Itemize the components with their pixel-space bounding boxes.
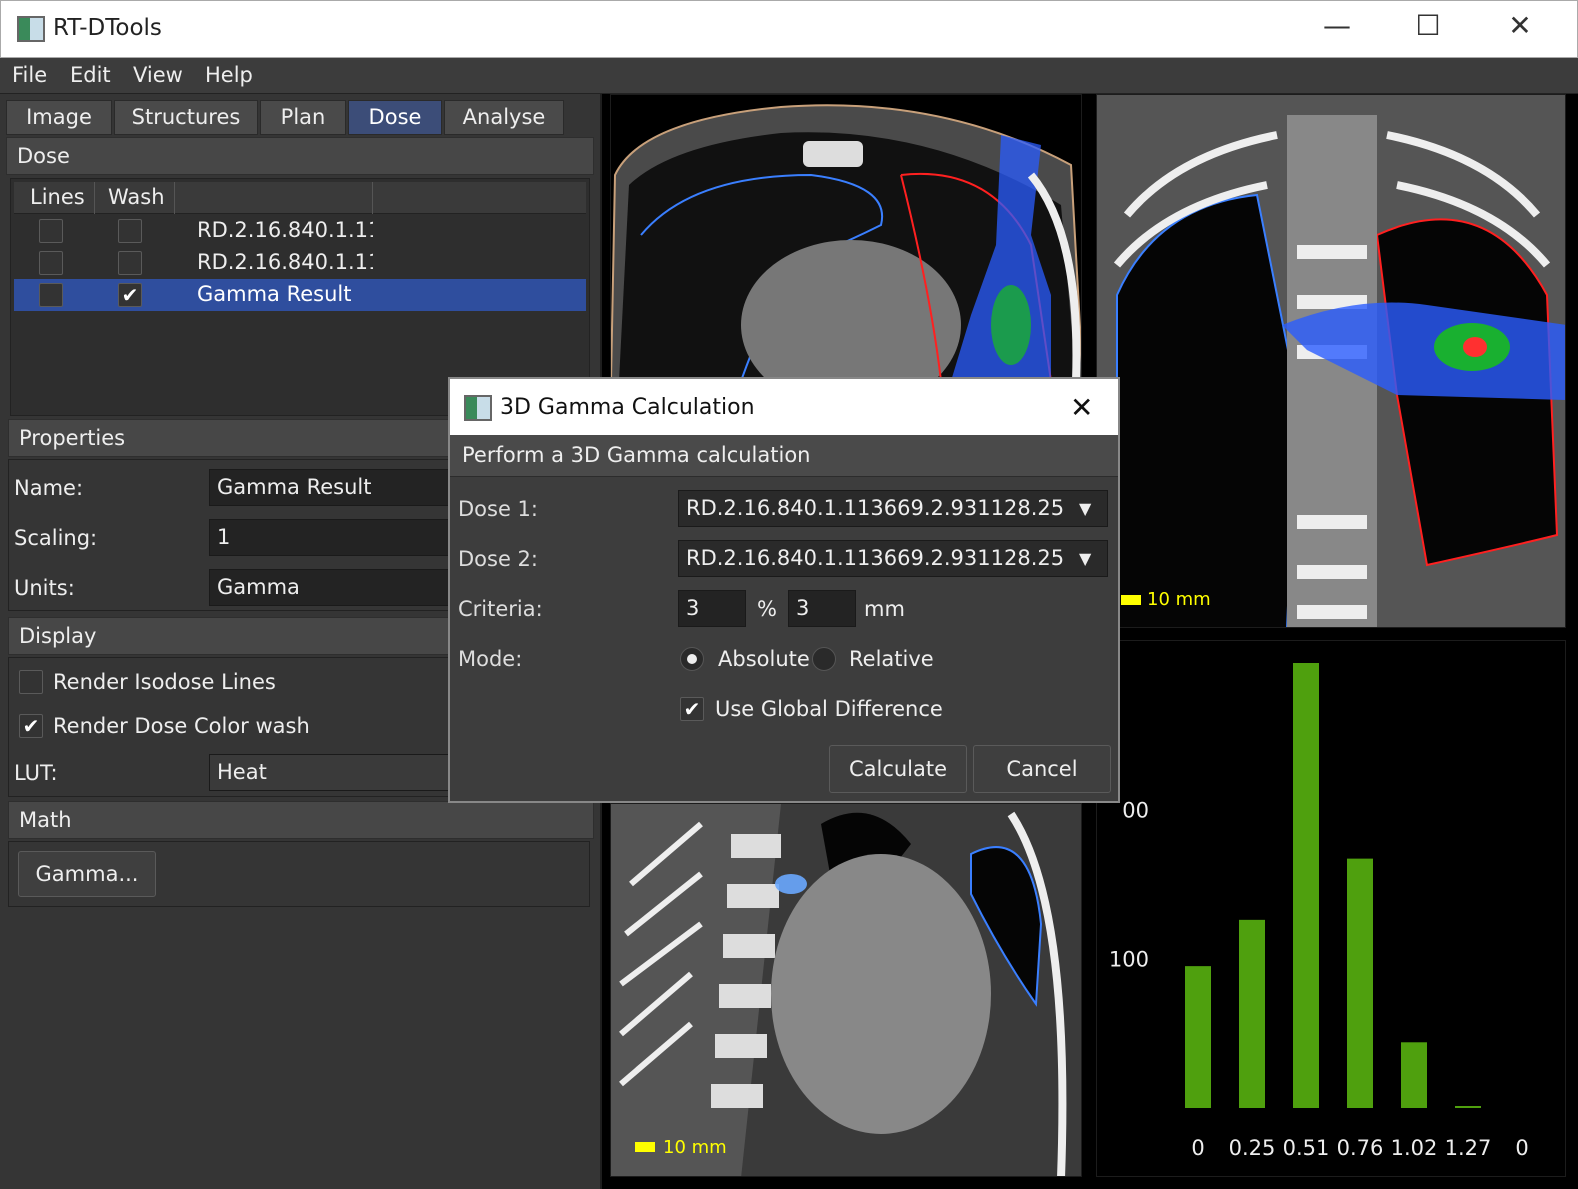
column-divider — [94, 182, 95, 214]
lines-checkbox[interactable] — [39, 219, 63, 243]
histogram-chart: 0 0.25 0.51 0.76 1.02 1.27 0 100 00 — [1109, 663, 1529, 1160]
axial-image — [611, 104, 1081, 379]
name-label: Name: — [14, 476, 84, 500]
dose-name: RD.2.16.840.1.113 — [197, 250, 373, 274]
column-wash[interactable]: Wash — [108, 185, 165, 209]
x-tick-label: 0.25 — [1229, 1136, 1276, 1160]
coronal-image — [1097, 95, 1565, 627]
dose2-select[interactable]: RD.2.16.840.1.113669.2.931128.25143 ▼ — [678, 540, 1108, 577]
lut-label: LUT: — [14, 761, 58, 785]
dose2-label: Dose 2: — [458, 547, 538, 571]
tab-image[interactable]: Image — [6, 100, 112, 135]
chevron-down-icon: ▼ — [1079, 549, 1092, 568]
table-row-selected[interactable]: ✔ Gamma Result — [14, 279, 586, 311]
dialog-title-bar: 3D Gamma Calculation ✕ — [450, 379, 1118, 435]
column-divider — [174, 182, 175, 214]
window-title: RT-DTools — [53, 15, 162, 41]
wash-checkbox[interactable]: ✔ — [118, 283, 142, 307]
lines-checkbox[interactable] — [39, 251, 63, 275]
scale-label-sagittal: 10 mm — [663, 1137, 727, 1158]
x-tick-label: 0.51 — [1283, 1136, 1330, 1160]
absolute-radio[interactable] — [680, 647, 704, 671]
colorwash-label[interactable]: Render Dose Color wash — [53, 714, 310, 738]
table-row[interactable]: RD.2.16.840.1.113 — [14, 247, 586, 279]
sagittal-view[interactable]: 10 mm — [610, 803, 1082, 1177]
histogram-bar — [1293, 663, 1319, 1108]
column-lines[interactable]: Lines — [30, 185, 85, 209]
criteria-percent-field[interactable]: 3 — [678, 590, 746, 627]
histogram-bar — [1239, 919, 1265, 1108]
dialog-title: 3D Gamma Calculation — [500, 395, 755, 420]
dose1-value: RD.2.16.840.1.113669.2.931128.25143 — [686, 496, 1066, 520]
absolute-label[interactable]: Absolute — [718, 647, 810, 671]
mm-label: mm — [864, 597, 905, 621]
wash-checkbox[interactable] — [118, 251, 142, 275]
tab-structures[interactable]: Structures — [114, 100, 258, 135]
x-tick-label: 0 — [1191, 1136, 1204, 1160]
menu-view[interactable]: View — [133, 63, 183, 87]
math-header: Math — [8, 801, 594, 839]
dose2-value: RD.2.16.840.1.113669.2.931128.25143 — [686, 546, 1066, 570]
histogram-bar — [1401, 1042, 1427, 1108]
histogram-bar — [1347, 858, 1373, 1108]
coronal-view[interactable]: 10 mm — [1096, 94, 1566, 628]
gamma-dialog: 3D Gamma Calculation ✕ Perform a 3D Gamm… — [448, 377, 1120, 803]
dose-name: Gamma Result — [197, 282, 352, 306]
relative-label[interactable]: Relative — [849, 647, 934, 671]
histogram-bar — [1185, 966, 1211, 1108]
isodose-checkbox[interactable] — [19, 670, 43, 694]
column-divider — [372, 182, 373, 214]
x-tick-label: 1.27 — [1445, 1136, 1492, 1160]
dialog-app-icon — [464, 395, 492, 421]
gamma-button[interactable]: Gamma... — [18, 851, 156, 897]
close-icon[interactable]: ✕ — [1490, 9, 1550, 42]
cancel-button[interactable]: Cancel — [973, 745, 1111, 793]
dialog-close-icon[interactable]: ✕ — [1070, 391, 1093, 424]
dose-table-header: Lines Wash — [14, 182, 586, 214]
title-bar: RT-DTools — ☐ ✕ — [0, 0, 1578, 58]
global-diff-checkbox[interactable]: ✔ — [680, 697, 704, 721]
histogram-bar — [1455, 1106, 1481, 1108]
units-label: Units: — [14, 576, 75, 600]
relative-radio[interactable] — [812, 647, 836, 671]
dose-name: RD.2.16.840.1.113 — [197, 218, 373, 242]
x-tick-label: 1.02 — [1391, 1136, 1438, 1160]
dose-section-header: Dose — [6, 137, 594, 175]
menu-file[interactable]: File — [12, 63, 47, 87]
maximize-icon[interactable]: ☐ — [1398, 9, 1458, 42]
x-tick-label: 0 — [1515, 1136, 1528, 1160]
mode-label: Mode: — [458, 647, 523, 671]
criteria-label: Criteria: — [458, 597, 543, 621]
dose1-label: Dose 1: — [458, 497, 538, 521]
app-icon — [17, 16, 45, 42]
chevron-down-icon: ▼ — [1079, 499, 1092, 518]
x-tick-label: 0.76 — [1337, 1136, 1384, 1160]
wash-checkbox[interactable] — [118, 219, 142, 243]
calculate-button[interactable]: Calculate — [829, 745, 967, 793]
axial-view[interactable] — [610, 94, 1082, 380]
criteria-mm-field[interactable]: 3 — [788, 590, 856, 627]
dialog-header: Perform a 3D Gamma calculation — [450, 435, 1118, 477]
radio-dot — [687, 654, 697, 664]
isodose-label[interactable]: Render Isodose Lines — [53, 670, 276, 694]
sagittal-image — [611, 804, 1081, 1176]
scaling-label: Scaling: — [14, 526, 98, 550]
tab-analyse[interactable]: Analyse — [444, 100, 564, 135]
y-tick-label: 00 — [1122, 798, 1149, 822]
y-tick-label: 100 — [1109, 948, 1149, 972]
minimize-icon[interactable]: — — [1307, 9, 1367, 42]
gamma-histogram[interactable]: 0 0.25 0.51 0.76 1.02 1.27 0 100 00 — [1096, 640, 1566, 1177]
table-row[interactable]: RD.2.16.840.1.113 — [14, 215, 586, 247]
menu-edit[interactable]: Edit — [70, 63, 111, 87]
percent-sign: % — [757, 597, 777, 621]
global-diff-label[interactable]: Use Global Difference — [715, 697, 943, 721]
dose1-select[interactable]: RD.2.16.840.1.113669.2.931128.25143 ▼ — [678, 490, 1108, 527]
tab-plan[interactable]: Plan — [260, 100, 346, 135]
menu-bar: File Edit View Help — [0, 58, 1578, 94]
scale-label-coronal: 10 mm — [1147, 589, 1211, 610]
menu-help[interactable]: Help — [205, 63, 253, 87]
tab-dose[interactable]: Dose — [348, 100, 442, 135]
lines-checkbox[interactable] — [39, 283, 63, 307]
colorwash-checkbox[interactable]: ✔ — [19, 714, 43, 738]
